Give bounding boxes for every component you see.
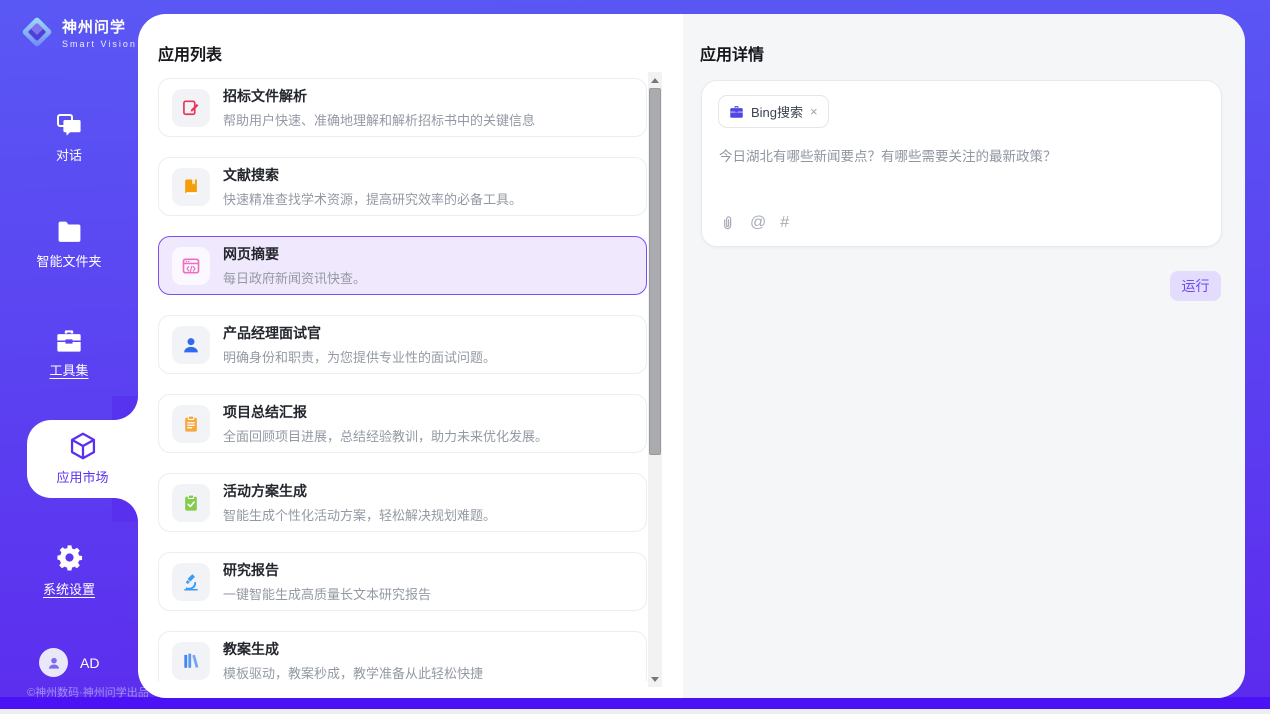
copyright-footer: ©神州数码·神州问学出品	[27, 684, 149, 700]
main-content: 应用列表 招标文件解析 帮助用户快速、准确地理解和解析招标书中的关键信息 文献搜…	[138, 14, 1245, 698]
tab-fillet-top	[112, 396, 138, 420]
app-description: 每日政府新闻资讯快查。	[223, 268, 366, 287]
app-list-scrollbar[interactable]	[648, 72, 662, 687]
app-card[interactable]: 教案生成 模板驱动，教案秒成，教学准备从此轻松快捷	[158, 631, 647, 681]
cube-icon	[67, 430, 99, 462]
app-description: 智能生成个性化活动方案，轻松解决规划难题。	[223, 505, 496, 524]
sidebar-item-app-market[interactable]: 应用市场	[27, 420, 138, 498]
clipboard-icon	[172, 405, 210, 443]
toolbox-icon	[55, 328, 83, 353]
app-name: 教案生成	[223, 639, 483, 659]
sidebar-item-settings[interactable]: 系统设置	[0, 543, 138, 598]
app-description: 快速精准查找学术资源，提高研究效率的必备工具。	[223, 189, 522, 208]
doc-edit-icon	[172, 89, 210, 127]
app-name: 招标文件解析	[223, 86, 535, 106]
scroll-down-arrow-icon[interactable]	[648, 673, 662, 685]
prompt-card: Bing搜索 × 今日湖北有哪些新闻要点？有哪些需要关注的最新政策？ @ #	[701, 80, 1222, 247]
app-card[interactable]: 文献搜索 快速精准查找学术资源，提高研究效率的必备工具。	[158, 157, 647, 216]
chat-icon	[55, 112, 83, 138]
app-name: 研究报告	[223, 560, 431, 580]
sidebar-item-label: 工具集	[0, 360, 138, 379]
clipboard-check-icon	[172, 484, 210, 522]
app-card[interactable]: 研究报告 一键智能生成高质量长文本研究报告	[158, 552, 647, 611]
sidebar-item-smart-folder[interactable]: 智能文件夹	[0, 220, 138, 270]
app-description: 明确身份和职责，为您提供专业性的面试问题。	[223, 347, 496, 366]
paperclip-icon[interactable]	[719, 214, 736, 232]
books-icon	[172, 642, 210, 680]
app-detail-panel: 应用详情 Bing搜索 × 今日湖北有哪些新闻要点？有哪些需要关注的最新政策？	[683, 14, 1245, 698]
prompt-question-text[interactable]: 今日湖北有哪些新闻要点？有哪些需要关注的最新政策？	[719, 147, 1199, 167]
app-name: 产品经理面试官	[223, 323, 496, 343]
browser-code-icon	[172, 247, 210, 285]
app-list: 招标文件解析 帮助用户快速、准确地理解和解析招标书中的关键信息 文献搜索 快速精…	[158, 78, 648, 681]
user-account[interactable]: AD	[39, 648, 99, 677]
person-avatar-icon	[46, 655, 62, 671]
app-card[interactable]: 招标文件解析 帮助用户快速、准确地理解和解析招标书中的关键信息	[158, 78, 647, 137]
app-card[interactable]: 网页摘要 每日政府新闻资讯快查。	[158, 236, 647, 295]
topic-hash-icon[interactable]: #	[780, 214, 789, 232]
folder-icon	[56, 220, 83, 244]
diamond-logo-icon	[18, 13, 56, 51]
scrollbar-thumb[interactable]	[649, 88, 661, 455]
mention-icon[interactable]: @	[750, 214, 766, 232]
app-description: 帮助用户快速、准确地理解和解析招标书中的关键信息	[223, 110, 535, 129]
book-icon	[172, 168, 210, 206]
sidebar-item-chat[interactable]: 对话	[0, 112, 138, 164]
gear-icon	[55, 543, 84, 572]
sidebar: 神州问学 Smart Vision 对话 智能文件夹	[0, 0, 138, 709]
sidebar-item-label: 智能文件夹	[0, 251, 138, 270]
app-description: 全面回顾项目进展，总结经验教训，助力未来优化发展。	[223, 426, 548, 445]
avatar[interactable]	[39, 648, 68, 677]
app-description: 一键智能生成高质量长文本研究报告	[223, 584, 431, 603]
user-initials: AD	[80, 655, 99, 671]
app-card[interactable]: 活动方案生成 智能生成个性化活动方案，轻松解决规划难题。	[158, 473, 647, 532]
brand-tagline: Smart Vision	[62, 39, 137, 49]
sidebar-item-label: 对话	[0, 145, 138, 164]
tool-tag-label: Bing搜索	[751, 102, 803, 121]
person-icon	[172, 326, 210, 364]
scroll-up-arrow-icon[interactable]	[648, 74, 662, 86]
brand-logo: 神州问学 Smart Vision	[18, 13, 137, 51]
app-card[interactable]: 产品经理面试官 明确身份和职责，为您提供专业性的面试问题。	[158, 315, 647, 374]
sidebar-item-label: 系统设置	[0, 579, 138, 598]
tab-fillet-bottom	[112, 498, 138, 522]
app-description: 模板驱动，教案秒成，教学准备从此轻松快捷	[223, 663, 483, 681]
bottom-accent-bar	[0, 697, 1270, 709]
app-list-title: 应用列表	[158, 41, 222, 65]
app-detail-title: 应用详情	[700, 41, 764, 65]
app-name: 网页摘要	[223, 244, 366, 264]
app-card[interactable]: 项目总结汇报 全面回顾项目进展，总结经验教训，助力未来优化发展。	[158, 394, 647, 453]
app-name: 项目总结汇报	[223, 402, 548, 422]
tool-tag-close-icon[interactable]: ×	[810, 105, 818, 118]
app-name: 活动方案生成	[223, 481, 496, 501]
briefcase-icon	[729, 105, 744, 119]
microscope-icon	[172, 563, 210, 601]
app-name: 文献搜索	[223, 165, 522, 185]
app-window: 神州问学 Smart Vision 对话 智能文件夹	[0, 0, 1270, 714]
tool-tag-bing-search[interactable]: Bing搜索 ×	[718, 95, 829, 128]
run-button[interactable]: 运行	[1170, 271, 1221, 301]
brand-name: 神州问学	[62, 16, 137, 37]
sidebar-item-label: 应用市场	[27, 467, 138, 486]
sidebar-item-toolset[interactable]: 工具集	[0, 328, 138, 379]
